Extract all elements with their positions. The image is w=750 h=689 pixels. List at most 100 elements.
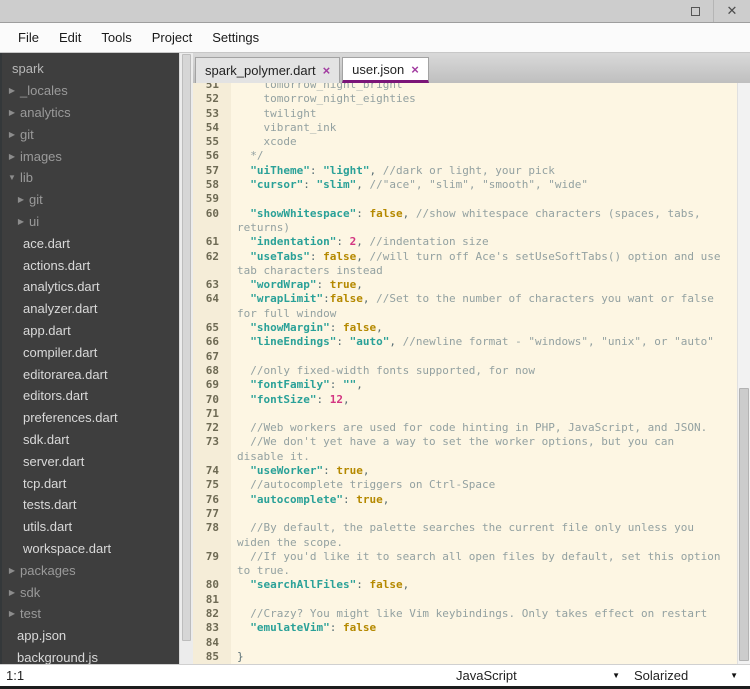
line-number: 78 bbox=[193, 521, 231, 536]
line-content: //By default, the palette searches the c… bbox=[250, 521, 694, 535]
menu-edit[interactable]: Edit bbox=[51, 26, 89, 49]
tab-close-icon[interactable]: × bbox=[323, 63, 331, 78]
tree-item-preferences.dart[interactable]: preferences.dart bbox=[2, 407, 179, 429]
tree-item-test[interactable]: ▶ test bbox=[2, 603, 179, 625]
line-number: 63 bbox=[193, 278, 231, 293]
line-number bbox=[193, 449, 231, 465]
tree-item-compiler.dart[interactable]: compiler.dart bbox=[2, 341, 179, 363]
cursor-position: 1:1 bbox=[6, 668, 25, 683]
tree-item-lib[interactable]: ▼ lib bbox=[2, 167, 179, 189]
maximize-button[interactable] bbox=[677, 0, 713, 22]
tree-item-workspace.dart[interactable]: workspace.dart bbox=[2, 538, 179, 560]
line-number: 54 bbox=[193, 120, 231, 136]
tab-spark_polymer.dart[interactable]: spark_polymer.dart × bbox=[195, 57, 341, 83]
line-number: 72 bbox=[193, 421, 231, 436]
code-line: widen the scope. bbox=[193, 535, 737, 550]
tree-item-_locales[interactable]: ▶ _locales bbox=[2, 80, 179, 102]
chevron-collapsed-icon[interactable]: ▶ bbox=[7, 588, 17, 597]
code-line: to true. bbox=[193, 564, 737, 579]
tree-item-analyzer.dart[interactable]: analyzer.dart bbox=[2, 298, 179, 320]
editor-scrollbar[interactable] bbox=[737, 83, 750, 664]
line-content bbox=[231, 636, 737, 650]
theme-select[interactable]: Solarized ▼ bbox=[626, 665, 744, 686]
chevron-collapsed-icon[interactable]: ▶ bbox=[7, 108, 17, 117]
tree-item-editors.dart[interactable]: editors.dart bbox=[2, 385, 179, 407]
line-content: "showWhitespace": false, //show whitespa… bbox=[250, 206, 701, 220]
code-line: 70 "fontSize": 12, bbox=[193, 392, 737, 407]
tree-item-app.json[interactable]: app.json bbox=[2, 625, 179, 647]
menu-file[interactable]: File bbox=[10, 26, 47, 49]
line-number: 80 bbox=[193, 578, 231, 593]
sidebar-scrollbar[interactable] bbox=[179, 53, 193, 664]
chevron-expanded-icon[interactable]: ▼ bbox=[7, 173, 17, 182]
line-content: to true. bbox=[237, 564, 290, 578]
line-number: 69 bbox=[193, 378, 231, 393]
line-number: 75 bbox=[193, 478, 231, 493]
chevron-collapsed-icon[interactable]: ▶ bbox=[16, 217, 26, 226]
language-select[interactable]: JavaScript ▼ bbox=[448, 665, 626, 686]
tree-item-label: utils.dart bbox=[23, 519, 73, 535]
editor-scrollbar-thumb[interactable] bbox=[739, 388, 749, 662]
tree-item-sdk.dart[interactable]: sdk.dart bbox=[2, 429, 179, 451]
code-line: 84 bbox=[193, 635, 737, 650]
tree-item-ui[interactable]: ▶ ui bbox=[2, 211, 179, 233]
line-content: "emulateVim": false bbox=[250, 621, 377, 635]
tree-item-background.js[interactable]: background.js bbox=[2, 647, 179, 664]
tab-close-icon[interactable]: × bbox=[411, 62, 419, 77]
code-line: 79 //If you'd like it to search all open… bbox=[193, 549, 737, 565]
line-content: returns) bbox=[237, 220, 290, 234]
tree-item-packages[interactable]: ▶ packages bbox=[2, 559, 179, 581]
line-content: "useTabs": false, //will turn off Ace's … bbox=[250, 249, 721, 263]
line-content: tab characters instead bbox=[237, 263, 383, 277]
tree-item-app.dart[interactable]: app.dart bbox=[2, 320, 179, 342]
chevron-down-icon: ▼ bbox=[730, 671, 738, 680]
maximize-icon bbox=[690, 6, 700, 16]
chevron-collapsed-icon[interactable]: ▶ bbox=[7, 566, 17, 575]
line-content bbox=[231, 407, 737, 421]
tree-item-ace.dart[interactable]: ace.dart bbox=[2, 232, 179, 254]
tab-user.json[interactable]: user.json × bbox=[342, 57, 429, 83]
code-line: 51 tomorrow_night_bright bbox=[193, 83, 737, 93]
line-number: 53 bbox=[193, 106, 231, 121]
line-content: "lineEndings": "auto", //newline format … bbox=[250, 335, 714, 349]
tree-item-utils.dart[interactable]: utils.dart bbox=[2, 516, 179, 538]
code-line: 73 //We don't yet have a way to set the … bbox=[193, 435, 737, 450]
tree-item-git[interactable]: ▶ git bbox=[2, 123, 179, 145]
menu-project[interactable]: Project bbox=[144, 26, 200, 49]
code-line: for full window bbox=[193, 306, 737, 322]
code-viewport[interactable]: 51 tomorrow_night_bright 52 tomorrow_nigh… bbox=[193, 83, 737, 664]
tree-item-analytics[interactable]: ▶ analytics bbox=[2, 102, 179, 124]
tree-item-analytics.dart[interactable]: analytics.dart bbox=[2, 276, 179, 298]
tree-item-label: spark bbox=[12, 61, 44, 77]
close-button[interactable]: ✕ bbox=[714, 0, 750, 22]
sidebar-scrollbar-thumb[interactable] bbox=[182, 54, 191, 641]
file-tree-sidebar: spark ▶ _locales ▶ analytics ▶ git ▶ images ▼ lib ▶… bbox=[0, 53, 193, 664]
code-line: 82 //Crazy? You might like Vim keybindin… bbox=[193, 606, 737, 622]
line-number: 70 bbox=[193, 392, 231, 407]
chevron-collapsed-icon[interactable]: ▶ bbox=[7, 152, 17, 161]
chevron-collapsed-icon[interactable]: ▶ bbox=[7, 86, 17, 95]
tree-item-spark[interactable]: spark bbox=[2, 58, 179, 80]
tree-item-images[interactable]: ▶ images bbox=[2, 145, 179, 167]
tree-item-actions.dart[interactable]: actions.dart bbox=[2, 254, 179, 276]
tree-item-sdk[interactable]: ▶ sdk bbox=[2, 581, 179, 603]
chevron-collapsed-icon[interactable]: ▶ bbox=[7, 130, 17, 139]
tree-item-git[interactable]: ▶ git bbox=[2, 189, 179, 211]
line-number: 62 bbox=[193, 249, 231, 264]
code-line: 85} bbox=[193, 649, 737, 664]
menu-settings[interactable]: Settings bbox=[204, 26, 267, 49]
chevron-collapsed-icon[interactable]: ▶ bbox=[7, 609, 17, 618]
code-line: 71 bbox=[193, 406, 737, 422]
code-editor[interactable]: 51 tomorrow_night_bright 52 tomorrow_nigh… bbox=[193, 83, 750, 664]
tree-item-editorarea.dart[interactable]: editorarea.dart bbox=[2, 363, 179, 385]
menu-tools[interactable]: Tools bbox=[93, 26, 139, 49]
tree-item-server.dart[interactable]: server.dart bbox=[2, 450, 179, 472]
chevron-collapsed-icon[interactable]: ▶ bbox=[16, 195, 26, 204]
line-content: "uiTheme": "light", //dark or light, you… bbox=[250, 163, 555, 177]
tree-item-label: analytics bbox=[20, 104, 71, 120]
line-number: 67 bbox=[193, 349, 231, 364]
tree-item-tcp.dart[interactable]: tcp.dart bbox=[2, 472, 179, 494]
tab-label: spark_polymer.dart bbox=[205, 63, 316, 78]
tree-item-tests.dart[interactable]: tests.dart bbox=[2, 494, 179, 516]
line-number: 56 bbox=[193, 149, 231, 164]
